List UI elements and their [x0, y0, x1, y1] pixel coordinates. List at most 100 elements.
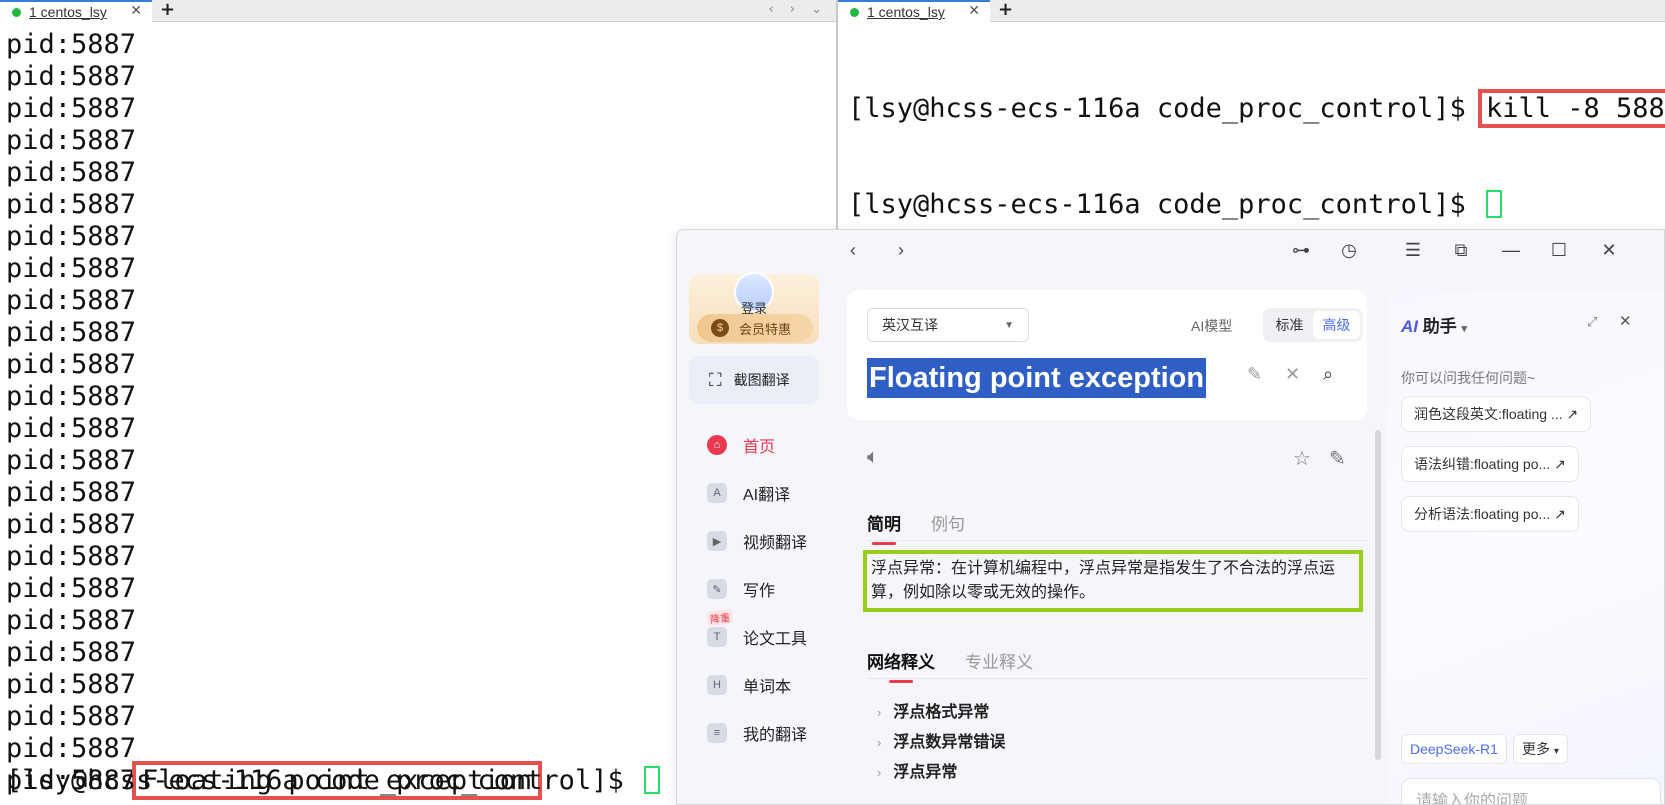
tab-nav-arrows-icon[interactable]: ‹ › ⌄	[768, 2, 828, 17]
sidebar-item-ai-translate[interactable]: A AI翻译	[707, 478, 790, 508]
tab-brief[interactable]: 简明	[867, 510, 901, 545]
close-icon[interactable]: ✕	[1597, 238, 1621, 262]
sidebar-item-paper-tools[interactable]: 降重 T 论文工具	[706, 608, 808, 652]
edit-icon[interactable]: ✎	[1247, 364, 1262, 385]
output-line: pid:5887	[6, 349, 137, 380]
sidebar-item-label: 单词本	[743, 679, 792, 696]
output-line: pid:5887	[6, 189, 137, 220]
shell-prompt: [lsy@hcss-ecs-116a code_proc_control]$	[848, 189, 1482, 220]
prompt-line[interactable]: [lsy@hcss-ecs-116a code_proc_control]$	[6, 765, 660, 797]
output-line: pid:5887	[6, 285, 137, 316]
result-scrollbar[interactable]	[1375, 430, 1381, 760]
output-line: pid:5887	[6, 253, 137, 284]
more-models-button[interactable]: 更多 ▾	[1513, 734, 1568, 764]
output-line: pid:5887	[6, 573, 137, 604]
output-line: pid:5887	[6, 413, 137, 444]
dedupe-badge: 降重	[706, 608, 734, 627]
user-card[interactable]: 登录 $ 会员特惠	[689, 272, 819, 344]
web-def-item[interactable]: › 浮点格式异常	[877, 698, 989, 722]
tab-examples[interactable]: 例句	[931, 510, 965, 535]
search-icon[interactable]: ⌕	[1323, 364, 1333, 385]
translator-window[interactable]: 登录 $ 会员特惠 ⛶ 截图翻译 ⌂ 首页 A AI翻译 ▶ 视频翻译 ✎ 写作 降重 …	[676, 229, 1665, 805]
pen-icon: ✎	[707, 579, 727, 599]
shell-prompt: [lsy@hcss-ecs-116a code_proc_control]$	[6, 765, 640, 796]
close-tab-icon[interactable]: ✕	[130, 3, 142, 19]
output-line: pid:5887	[6, 477, 137, 508]
language-value: 英汉互译	[882, 317, 938, 333]
kill-command: kill -8 5887	[1477, 89, 1665, 128]
output-line: pid:5887	[6, 701, 137, 732]
chevron-right-icon: ›	[877, 765, 882, 780]
ai-icon: A	[707, 483, 727, 503]
video-icon: ▶	[707, 531, 727, 551]
ai-logo-icon: AI	[1401, 317, 1418, 336]
mode-standard[interactable]: 标准	[1266, 311, 1313, 339]
sidebar-item-label: 视频翻译	[743, 535, 808, 552]
language-select[interactable]: 英汉互译 ▼	[867, 308, 1029, 342]
new-tab-button[interactable]: +	[998, 0, 1013, 20]
output-line: pid:5887	[6, 669, 137, 700]
history-icon[interactable]: ◷	[1337, 238, 1361, 262]
arrow-icon: ↗	[1554, 506, 1566, 522]
right-tab-bar: 1 centos_lsy ✕ +	[838, 0, 1665, 22]
question-input[interactable]: 请输入你的问题	[1401, 778, 1661, 804]
sidebar-item-writing[interactable]: ✎ 写作	[707, 574, 775, 604]
chevron-down-icon: ▼	[1004, 319, 1014, 331]
forward-icon[interactable]: ›	[889, 238, 913, 262]
sidebar-item-my-translations[interactable]: ≡ 我的翻译	[707, 718, 807, 748]
output-line: pid:5887	[6, 61, 137, 92]
output-line: pid:5887	[6, 29, 137, 60]
back-icon[interactable]: ‹	[841, 238, 865, 262]
model-select-button[interactable]: DeepSeek-R1	[1401, 734, 1507, 764]
left-session-tab[interactable]: 1 centos_lsy ✕	[0, 0, 152, 22]
suggestion-chip[interactable]: 语法纠错:floating po... ↗	[1401, 446, 1579, 482]
maximize-icon[interactable]: ☐	[1547, 238, 1571, 262]
suggestion-chip[interactable]: 分析语法:floating po... ↗	[1401, 496, 1579, 532]
minimize-icon[interactable]: —	[1499, 238, 1523, 262]
vip-button[interactable]: $ 会员特惠	[697, 314, 813, 342]
web-def-item[interactable]: › 浮点数异常错误	[877, 728, 1005, 752]
sidebar-item-video-translate[interactable]: ▶ 视频翻译	[707, 526, 807, 556]
screenshot-translate-button[interactable]: ⛶ 截图翻译	[689, 356, 819, 404]
home-icon: ⌂	[707, 435, 727, 455]
new-tab-button[interactable]: +	[160, 0, 175, 20]
chevron-right-icon: ›	[877, 735, 882, 750]
main-panel: 英汉互译 ▼ AI模型 标准 高级 Floating point excepti…	[847, 290, 1367, 804]
sidebar-item-home[interactable]: ⌂ 首页	[707, 430, 775, 460]
settings-toggle-icon[interactable]: ⊶	[1289, 238, 1313, 262]
web-def-item[interactable]: › 浮点异常	[877, 758, 957, 782]
speaker-icon[interactable]: 🔈︎	[867, 446, 879, 469]
command-line: [lsy@hcss-ecs-116a code_proc_control]$ k…	[848, 89, 1665, 128]
note-icon[interactable]: ✎	[1329, 446, 1346, 471]
sidebar-item-label: 首页	[743, 439, 776, 456]
mini-window-icon[interactable]: ⧉	[1449, 238, 1473, 262]
sidebar-item-wordbook[interactable]: H 单词本	[707, 670, 791, 700]
tab-web-definition[interactable]: 网络释义	[867, 648, 935, 683]
mode-advanced[interactable]: 高级	[1313, 311, 1360, 339]
query-input[interactable]: Floating point exception	[867, 358, 1207, 398]
suggestion-chip[interactable]: 润色这段英文:floating ... ↗	[1401, 396, 1592, 432]
close-tab-icon[interactable]: ✕	[968, 3, 980, 19]
tab-label: 1 centos_lsy	[867, 4, 945, 20]
output-line: pid:5887	[6, 445, 137, 476]
mode-toggle[interactable]: 标准 高级	[1263, 308, 1363, 342]
crop-icon: ⛶	[709, 369, 722, 390]
output-line: pid:5887	[6, 157, 137, 188]
sidebar-item-label: 论文工具	[743, 631, 808, 648]
tab-pro-definition[interactable]: 专业释义	[965, 648, 1033, 673]
paper-icon: T	[707, 627, 727, 647]
close-assistant-icon[interactable]: ✕	[1619, 312, 1632, 330]
chevron-down-icon: ▾	[1461, 323, 1467, 335]
web-def-text: 浮点格式异常	[893, 704, 990, 721]
expand-icon[interactable]: ⤢	[1587, 314, 1597, 330]
ai-model-label: AI模型	[1191, 318, 1233, 334]
connected-status-icon	[12, 7, 21, 17]
prompt-line: [lsy@hcss-ecs-116a code_proc_control]$	[848, 189, 1665, 221]
star-icon[interactable]: ☆	[1293, 446, 1311, 471]
assistant-title[interactable]: AI 助手 ▾	[1401, 312, 1467, 337]
terminal-output[interactable]: pid:5887 pid:5887 pid:5887 pid:5887 pid:5887…	[6, 29, 136, 765]
clear-icon[interactable]: ✕	[1285, 364, 1300, 385]
right-session-tab[interactable]: 1 centos_lsy ✕	[838, 0, 990, 22]
search-card: 英汉互译 ▼ AI模型 标准 高级 Floating point excepti…	[847, 290, 1367, 420]
menu-icon[interactable]: ☰	[1401, 238, 1425, 262]
